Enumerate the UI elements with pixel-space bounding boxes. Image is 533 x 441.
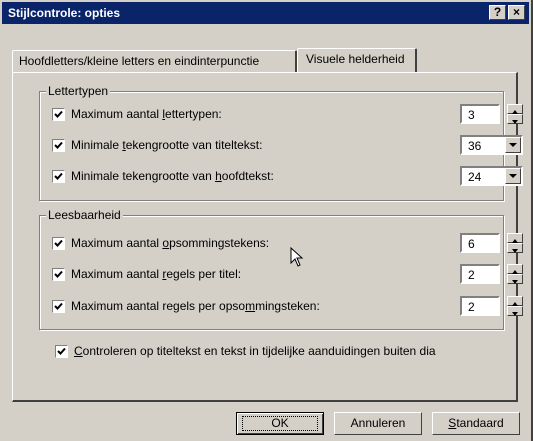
default-button[interactable]: Standaard — [432, 412, 520, 435]
min-title-size-row: Minimale tekengrootte van titeltekst: 36 — [52, 135, 523, 157]
max-lines-bullet-input[interactable]: 2 — [460, 296, 500, 316]
check-placeholders-label: Controleren op titeltekst en tekst in ti… — [74, 344, 436, 358]
check-icon — [54, 110, 63, 118]
close-button[interactable]: × — [508, 5, 525, 20]
tab-label: Visuele helderheid — [306, 52, 405, 66]
focus-rectangle — [242, 416, 318, 431]
check-icon — [57, 347, 66, 355]
max-lines-title-label: Maximum aantal regels per titel: — [71, 267, 242, 281]
fonts-group: Lettertypen Maximum aantal lettertypen: … — [39, 84, 523, 201]
tab-panel: Lettertypen Maximum aantal lettertypen: … — [12, 72, 523, 402]
max-fonts-label: Maximum aantal lettertypen: — [71, 107, 222, 121]
spin-down-icon[interactable] — [507, 306, 523, 316]
chevron-down-icon[interactable] — [505, 168, 521, 184]
max-lines-bullet-row: Maximum aantal regels per opsommingsteke… — [52, 296, 523, 318]
readability-group-legend: Leesbaarheid — [46, 208, 123, 222]
readability-group: Leesbaarheid Maximum aantal opsommingste… — [39, 208, 523, 330]
min-body-size-select[interactable]: 24 — [460, 166, 523, 186]
spin-down-icon[interactable] — [507, 274, 523, 284]
max-fonts-row: Maximum aantal lettertypen: 3 — [52, 104, 523, 126]
max-bullets-spinner[interactable] — [507, 233, 523, 253]
tab-case-punctuation[interactable]: Hoofdletters/kleine letters en eindinter… — [12, 50, 297, 72]
min-body-size-label: Minimale tekengrootte van hoofdtekst: — [71, 169, 274, 183]
spin-down-icon[interactable] — [507, 114, 523, 124]
max-fonts-checkbox[interactable] — [52, 108, 65, 121]
tab-visual-clarity[interactable]: Visuele helderheid — [297, 48, 417, 72]
max-bullets-checkbox[interactable] — [52, 237, 65, 250]
ok-button[interactable]: OK — [236, 412, 324, 435]
default-button-label: Standaard — [448, 416, 504, 430]
max-bullets-row: Maximum aantal opsommingstekens: 6 — [52, 233, 523, 255]
cancel-button-label: Annuleren — [350, 416, 406, 430]
spin-up-icon[interactable] — [507, 296, 523, 306]
min-title-size-select[interactable]: 36 — [460, 135, 523, 155]
spin-up-icon[interactable] — [507, 104, 523, 114]
max-lines-bullet-checkbox[interactable] — [52, 300, 65, 313]
cancel-button[interactable]: Annuleren — [334, 412, 422, 435]
check-icon — [54, 302, 63, 310]
max-fonts-input[interactable]: 3 — [460, 104, 500, 124]
mouse-cursor-icon — [290, 246, 304, 272]
max-lines-title-checkbox[interactable] — [52, 268, 65, 281]
max-bullets-input[interactable]: 6 — [460, 233, 500, 253]
max-lines-bullet-label: Maximum aantal regels per opsommingsteke… — [71, 299, 320, 313]
help-button[interactable]: ? — [489, 5, 506, 20]
spin-down-icon[interactable] — [507, 243, 523, 253]
spin-up-icon[interactable] — [507, 233, 523, 243]
check-icon — [54, 270, 63, 278]
options-dialog: Stijlcontrole: opties ? × Hoofdletters/k… — [0, 0, 533, 441]
check-icon — [54, 141, 63, 149]
title-bar[interactable]: Stijlcontrole: opties ? × — [2, 2, 529, 24]
min-title-size-label: Minimale tekengrootte van titeltekst: — [71, 138, 263, 152]
chevron-down-icon[interactable] — [505, 137, 521, 153]
max-bullets-label: Maximum aantal opsommingstekens: — [71, 236, 270, 250]
check-icon — [54, 239, 63, 247]
max-lines-bullet-spinner[interactable] — [507, 296, 523, 316]
max-lines-title-row: Maximum aantal regels per titel: 2 — [52, 264, 523, 286]
max-lines-title-input[interactable]: 2 — [460, 264, 500, 284]
max-fonts-spinner[interactable] — [507, 104, 523, 124]
check-placeholders-checkbox[interactable] — [55, 345, 68, 358]
check-icon — [54, 172, 63, 180]
min-title-size-checkbox[interactable] — [52, 139, 65, 152]
fonts-group-legend: Lettertypen — [46, 84, 111, 98]
max-lines-title-spinner[interactable] — [507, 264, 523, 284]
window-title: Stijlcontrole: opties — [8, 6, 121, 20]
min-body-size-row: Minimale tekengrootte van hoofdtekst: 24 — [52, 166, 523, 188]
min-body-size-checkbox[interactable] — [52, 170, 65, 183]
check-placeholders-row: Controleren op titeltekst en tekst in ti… — [55, 343, 495, 363]
tab-label: Hoofdletters/kleine letters en eindinter… — [19, 54, 260, 68]
spin-up-icon[interactable] — [507, 264, 523, 274]
